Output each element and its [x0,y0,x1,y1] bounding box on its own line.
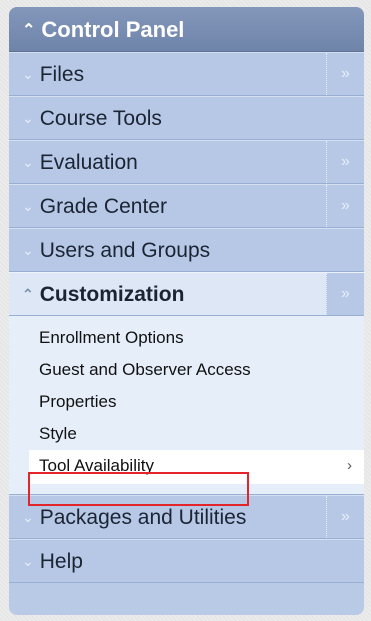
menu-item-course-tools[interactable]: ⌄ Course Tools [9,96,364,140]
submenu-item-properties[interactable]: Properties [9,386,364,418]
chevron-down-double-icon: ⌄ [22,553,34,569]
chevron-down-double-icon: ⌄ [22,509,34,525]
menu-item-label: Packages and Utilities [39,506,247,529]
chevron-down-double-icon: ⌄ [22,242,34,258]
menu-item-label: Users and Groups [39,239,211,262]
menu-item-users-and-groups[interactable]: ⌄ Users and Groups [9,228,364,272]
submenu-item-guest-and-observer-access[interactable]: Guest and Observer Access [9,354,364,386]
menu-item-grade-center[interactable]: ⌄ Grade Center » [9,184,364,228]
menu-item-files[interactable]: ⌄ Files » [9,52,364,96]
highlight-box [28,472,249,506]
more-menu-icon[interactable]: » [326,53,364,95]
chevron-up-double-icon: ⌃ [22,22,36,39]
control-panel: ⌃ Control Panel ⌄ Files » ⌄ Course Tools ⌄ E… [9,7,364,615]
chevron-up-double-icon: ⌃ [22,286,34,302]
submenu-item-style[interactable]: Style [9,418,364,450]
chevron-down-double-icon: ⌄ [22,66,34,82]
chevron-down-double-icon: ⌄ [22,154,34,170]
submenu-item-enrollment-options[interactable]: Enrollment Options [9,322,364,354]
more-menu-icon[interactable]: » [326,273,364,315]
menu-item-label: Evaluation [39,151,138,174]
menu-item-label: Help [39,550,83,573]
menu-item-evaluation[interactable]: ⌄ Evaluation » [9,140,364,184]
more-menu-icon[interactable]: » [326,496,364,538]
more-menu-icon[interactable]: » [326,141,364,183]
menu-item-label: Files [39,63,85,86]
chevron-down-double-icon: ⌄ [22,110,34,126]
chevron-right-icon: › [347,457,352,474]
menu-item-label: Customization [39,283,185,306]
menu-item-label: Course Tools [39,107,162,130]
chevron-down-double-icon: ⌄ [22,198,34,214]
control-panel-header[interactable]: ⌃ Control Panel [9,7,364,52]
control-panel-title: Control Panel [41,17,185,42]
more-menu-icon[interactable]: » [326,185,364,227]
menu-item-help[interactable]: ⌄ Help [9,539,364,583]
customization-submenu: Enrollment Options Guest and Observer Ac… [9,316,364,495]
menu-item-label: Grade Center [39,195,167,218]
menu-item-customization[interactable]: ⌃ Customization » [9,272,364,316]
